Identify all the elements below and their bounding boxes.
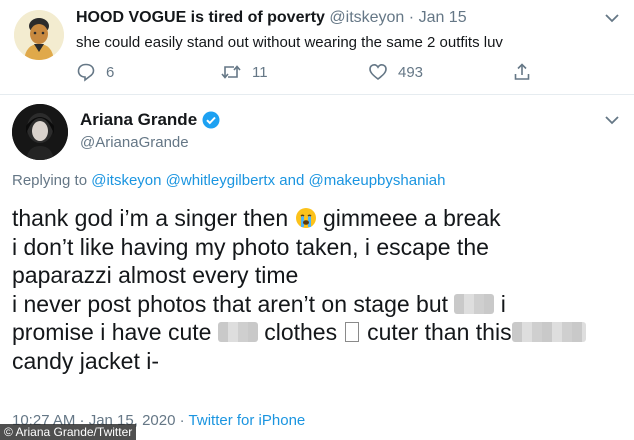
retweet-count: 11 (252, 63, 268, 81)
replying-to-label: Replying to (12, 172, 88, 189)
reply-icon (77, 63, 95, 82)
main-tweet-text: thank god i’m a singer then gimmeee a br… (12, 204, 586, 375)
meta-separator: · (408, 9, 415, 26)
retweet-icon (221, 65, 241, 79)
top-tweet-date[interactable]: Jan 15 (419, 9, 467, 26)
mention-link[interactable]: @makeupbyshaniah (308, 172, 445, 189)
tweet-line: promise i have cute clothes cuter than th… (12, 318, 586, 347)
blurred-emoji (454, 293, 495, 314)
heart-icon (369, 63, 387, 81)
cartoon-avatar-icon (14, 10, 64, 60)
top-tweet-text: she could easily stand out without weari… (76, 34, 503, 51)
tweet-line: i don’t like having my photo taken, i es… (12, 233, 489, 260)
blurred-emoji (511, 322, 586, 342)
like-count: 493 (398, 63, 424, 81)
blurred-emoji (217, 322, 258, 342)
replying-to-line: Replying to @itskeyon @whitleygilbertx a… (12, 172, 445, 189)
top-tweet-display-name[interactable]: HOOD VOGUE is tired of poverty (76, 9, 325, 26)
tweet-line: candy jacket i- (12, 347, 160, 374)
crying-face-emoji-icon (295, 208, 316, 228)
retweet-button[interactable]: 11 (220, 60, 268, 84)
missing-glyph-icon (345, 322, 360, 342)
tweet-divider (0, 94, 634, 95)
tweet-line: thank god i’m a singer then gimmeee a br… (12, 205, 501, 231)
mention-link[interactable]: @itskeyon (91, 172, 161, 189)
verified-badge-icon (202, 111, 220, 129)
main-tweet-avatar[interactable] (12, 104, 68, 160)
chevron-down-icon[interactable] (602, 110, 622, 130)
tweet-line: paparazzi almost every time (12, 262, 299, 288)
chevron-down-icon[interactable] (602, 8, 622, 28)
profile-photo-icon (12, 104, 68, 160)
mention-conjunction[interactable]: and (279, 172, 304, 189)
image-credit: © Ariana Grande/Twitter (0, 424, 137, 440)
tweet-line: i never post photos that aren’t on stage… (12, 290, 506, 317)
top-tweet-avatar[interactable] (14, 10, 64, 60)
top-tweet-handle[interactable]: @itskeyon (329, 9, 404, 26)
top-tweet-header: HOOD VOGUE is tired of poverty @itskeyon… (76, 9, 467, 27)
main-tweet-display-name[interactable]: Ariana Grande (80, 110, 197, 130)
mention-link[interactable]: @whitleygilbertx (166, 172, 275, 189)
like-button[interactable]: 493 (368, 60, 423, 84)
share-button[interactable] (512, 60, 542, 84)
main-tweet-handle[interactable]: @ArianaGrande (80, 134, 189, 151)
main-tweet-header: Ariana Grande (80, 110, 220, 130)
share-icon (514, 63, 530, 80)
reply-count: 6 (106, 63, 115, 81)
reply-button[interactable]: 6 (76, 60, 114, 84)
tweet-source-link[interactable]: Twitter for iPhone (189, 412, 306, 429)
